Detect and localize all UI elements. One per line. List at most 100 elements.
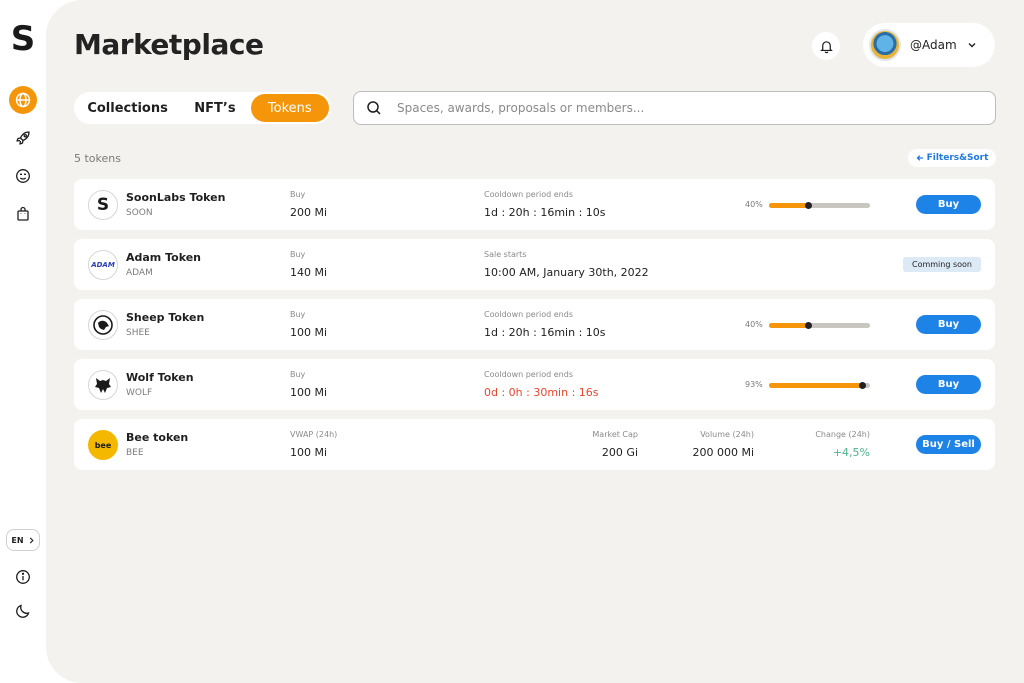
progress-percent: 93%	[745, 380, 763, 389]
language-label: EN	[11, 535, 24, 545]
change-value: +4,5%	[832, 446, 870, 459]
coming-soon-badge: Comming soon	[903, 257, 981, 272]
token-row[interactable]: S SoonLabs Token SOON Buy 200 Mi Cooldow…	[74, 179, 995, 230]
smile-icon	[16, 169, 30, 183]
adam-logo: ADAM	[88, 250, 118, 280]
progress-bar	[769, 382, 870, 389]
price-label: Buy	[290, 370, 306, 379]
token-name: SoonLabs Token	[126, 191, 226, 204]
market-cap-label: Market Cap	[592, 430, 638, 439]
arrow-left-icon	[916, 155, 923, 161]
price-value: 100 Mi	[290, 326, 328, 339]
token-row[interactable]: bee Bee token BEE VWAP (24h) 100 Mi Mark…	[74, 419, 995, 470]
market-cap-value: 200 Gi	[601, 446, 638, 459]
notifications-button[interactable]	[812, 32, 840, 60]
status-value: 10:00 AM, January 30th, 2022	[484, 266, 649, 279]
bell-icon	[819, 40, 833, 53]
buy-button[interactable]: Buy	[916, 315, 981, 334]
nav-bag[interactable]	[9, 200, 37, 228]
sheep-logo	[88, 310, 118, 340]
progress-bar	[769, 202, 870, 209]
filters-sort-label: Filters&Sort	[926, 153, 989, 163]
vwap-label: VWAP (24h)	[290, 430, 338, 439]
wolf-logo	[88, 370, 118, 400]
progress-marker	[805, 322, 813, 329]
progress-marker	[858, 382, 866, 389]
search-input[interactable]	[397, 101, 977, 115]
progress-fill	[769, 202, 813, 209]
info-button[interactable]	[9, 563, 37, 591]
token-symbol: WOLF	[126, 388, 153, 398]
globe-icon	[15, 92, 31, 108]
sidebar: S EN	[0, 0, 46, 683]
token-name: Sheep Token	[126, 311, 205, 324]
soonlabs-logo: S	[88, 190, 118, 220]
status-value: 0d : 0h : 30min : 16s	[484, 386, 599, 399]
status-label: Cooldown period ends	[484, 190, 573, 199]
progress-marker	[805, 202, 813, 209]
token-row[interactable]: Sheep Token SHEE Buy 100 Mi Cooldown per…	[74, 299, 995, 350]
tab-collections[interactable]: Collections	[76, 94, 179, 122]
volume-label: Volume (24h)	[700, 430, 754, 439]
page-title: Marketplace	[74, 28, 264, 61]
token-row[interactable]: ADAM Adam Token ADAM Buy 140 Mi Sale sta…	[74, 239, 995, 290]
price-value: 140 Mi	[290, 266, 328, 279]
buy-button[interactable]: Buy	[916, 375, 981, 394]
user-menu[interactable]: @Adam	[863, 23, 995, 67]
volume-value: 200 000 Mi	[692, 446, 754, 459]
token-name: Wolf Token	[126, 371, 194, 384]
bee-logo-text: bee	[94, 440, 112, 450]
vwap-value: 100 Mi	[290, 446, 328, 459]
price-value: 100 Mi	[290, 386, 328, 399]
token-symbol: SHEE	[126, 328, 150, 338]
buy-sell-button[interactable]: Buy / Sell	[916, 435, 981, 454]
token-symbol: ADAM	[126, 268, 153, 278]
token-symbol: SOON	[126, 208, 153, 218]
price-label: Buy	[290, 310, 306, 319]
status-label: Sale starts	[484, 250, 527, 259]
theme-toggle[interactable]	[9, 597, 37, 625]
token-name: Bee token	[126, 431, 189, 444]
bag-icon	[17, 206, 29, 221]
buy-button[interactable]: Buy	[916, 195, 981, 214]
status-value: 1d : 20h : 16min : 10s	[484, 206, 606, 219]
price-label: Buy	[290, 190, 306, 199]
app-logo[interactable]: S	[10, 22, 36, 56]
soonlabs-logo-letter: S	[96, 195, 110, 215]
wolf-icon	[95, 378, 111, 393]
adam-logo-text: ADAM	[91, 261, 115, 269]
token-name: Adam Token	[126, 251, 202, 264]
tab-tokens[interactable]: Tokens	[250, 94, 329, 122]
price-value: 200 Mi	[290, 206, 328, 219]
progress-fill	[769, 322, 813, 329]
nav-launchpad[interactable]	[9, 124, 37, 152]
token-count: 5 tokens	[74, 152, 121, 165]
progress-bar	[769, 322, 870, 329]
status-value: 1d : 20h : 16min : 10s	[484, 326, 606, 339]
progress-fill	[769, 382, 866, 389]
search-bar	[353, 91, 996, 125]
status-label: Cooldown period ends	[484, 370, 573, 379]
filters-sort-button[interactable]: Filters&Sort	[908, 149, 996, 167]
tab-nfts[interactable]: NFT’s	[179, 94, 250, 122]
moon-icon	[16, 604, 30, 618]
price-label: Buy	[290, 250, 306, 259]
progress-percent: 40%	[745, 320, 763, 329]
avatar	[869, 29, 901, 61]
language-switcher[interactable]: EN	[6, 529, 40, 551]
bee-logo: bee	[88, 430, 118, 460]
token-row[interactable]: Wolf Token WOLF Buy 100 Mi Cooldown peri…	[74, 359, 995, 410]
token-symbol: BEE	[126, 448, 144, 458]
tab-bar: Collections NFT’s Tokens	[74, 92, 331, 124]
user-name: @Adam	[910, 38, 957, 52]
search-icon	[367, 101, 381, 115]
nav-community[interactable]	[9, 162, 37, 190]
rocket-icon	[16, 131, 30, 145]
status-label: Cooldown period ends	[484, 310, 573, 319]
info-icon	[16, 570, 30, 584]
progress-percent: 40%	[745, 200, 763, 209]
nav-marketplace[interactable]	[9, 86, 37, 114]
main-panel: Marketplace @Adam Collections NFT’s Toke…	[46, 0, 1024, 683]
change-label: Change (24h)	[815, 430, 870, 439]
sheep-icon	[93, 315, 113, 335]
